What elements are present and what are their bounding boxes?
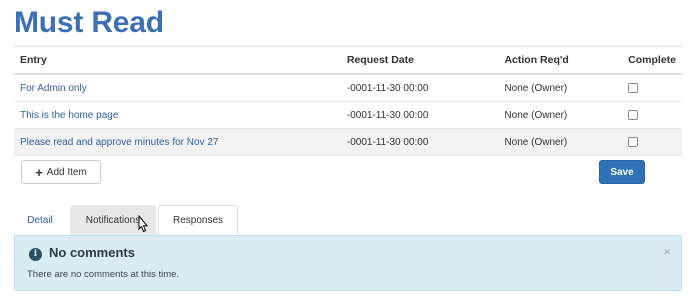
add-item-label: Add Item xyxy=(46,166,87,178)
alert-body: There are no comments at this time. xyxy=(27,269,180,280)
action-cell: None (Owner) xyxy=(498,128,623,156)
complete-checkbox[interactable] xyxy=(628,109,639,120)
entry-link[interactable]: Please read and approve minutes for Nov … xyxy=(20,137,218,148)
entry-cell: For Admin only xyxy=(14,74,341,102)
request-date-cell: -0001-11-30 00:00 xyxy=(340,128,499,156)
entry-link[interactable]: This is the home page xyxy=(20,110,118,121)
request-date-cell: -0001-11-30 00:00 xyxy=(340,101,499,129)
alert-heading: No comments xyxy=(49,245,135,260)
column-header-request-date[interactable]: Request Date xyxy=(340,46,499,75)
column-header-complete[interactable]: Complete xyxy=(622,46,682,75)
entry-link[interactable]: For Admin only xyxy=(20,83,87,94)
complete-cell xyxy=(622,101,682,129)
column-header-action[interactable]: Action Req'd xyxy=(498,46,623,75)
table-header-row: Entry Request Date Action Req'd Complete xyxy=(14,46,682,75)
column-header-entry[interactable]: Entry xyxy=(14,46,341,75)
tab-detail[interactable]: Detail xyxy=(14,205,66,235)
complete-checkbox[interactable] xyxy=(628,136,639,147)
close-icon[interactable]: × xyxy=(663,244,671,259)
table-row: This is the home page -0001-11-30 00:00 … xyxy=(14,101,682,129)
info-icon: i xyxy=(29,248,42,261)
entry-cell: Please read and approve minutes for Nov … xyxy=(14,128,341,156)
plus-icon: + xyxy=(35,164,43,180)
action-cell: None (Owner) xyxy=(498,74,623,102)
mouse-pointer-icon xyxy=(138,215,149,233)
action-cell: None (Owner) xyxy=(498,101,623,129)
complete-checkbox[interactable] xyxy=(628,82,639,93)
page-title: Must Read xyxy=(14,6,164,39)
entry-cell: This is the home page xyxy=(14,101,341,129)
table-row: Please read and approve minutes for Nov … xyxy=(14,128,682,156)
request-date-cell: -0001-11-30 00:00 xyxy=(340,74,499,102)
complete-cell xyxy=(622,128,682,156)
no-comments-alert: i No comments There are no comments at t… xyxy=(14,235,682,291)
add-item-button[interactable]: + Add Item xyxy=(21,160,101,184)
complete-cell xyxy=(622,74,682,102)
tab-bar: Detail Notifications Responses xyxy=(14,205,682,235)
table-row: For Admin only -0001-11-30 00:00 None (O… xyxy=(14,74,682,102)
save-button[interactable]: Save xyxy=(599,160,645,184)
must-read-table: Entry Request Date Action Req'd Complete… xyxy=(14,46,682,156)
tab-responses[interactable]: Responses xyxy=(158,205,238,235)
